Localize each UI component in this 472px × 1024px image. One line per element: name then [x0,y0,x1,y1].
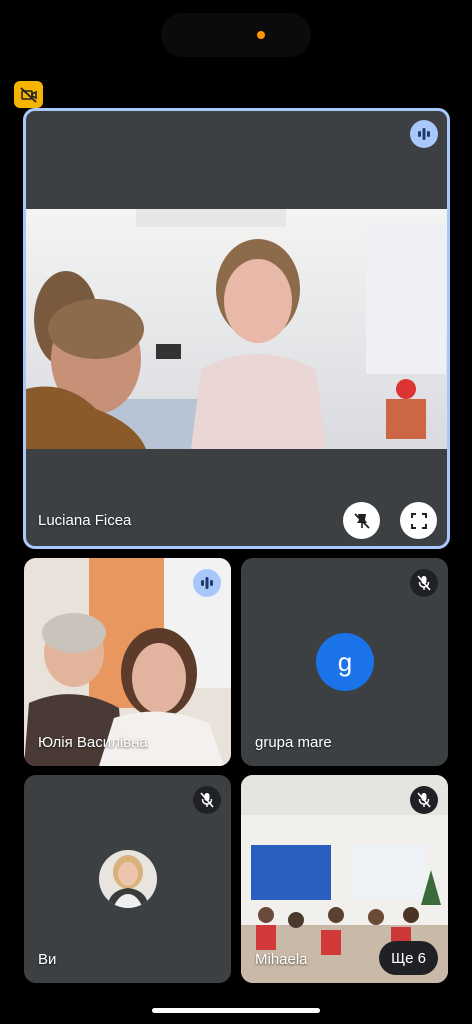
camera-off-icon [19,86,37,103]
unpin-icon [353,512,370,529]
avatar: g [316,633,374,691]
fullscreen-icon [410,512,427,529]
main-participant-name: Luciana Ficea [38,512,132,529]
mic-off-icon [417,575,431,591]
mic-off-indicator [410,786,438,814]
main-participant-tile[interactable]: Luciana Ficea [23,108,450,549]
fullscreen-button[interactable] [400,502,437,539]
mic-off-icon [200,792,214,808]
speaking-indicator [410,120,438,148]
participant-name: Mihaela [255,951,308,968]
participant-tile[interactable]: g grupa mare [241,558,448,766]
participant-name: Юлія Василівна [38,734,148,751]
participant-name: grupa mare [255,734,332,751]
participant-name: Ви [38,951,57,968]
avatar [99,850,157,908]
speaking-indicator [193,569,221,597]
mic-off-icon [417,792,431,808]
speaking-icon [418,128,430,140]
participant-tile[interactable]: Mihaela Ще 6 [241,775,448,983]
more-participants-button[interactable]: Ще 6 [379,941,438,975]
mic-off-indicator [410,569,438,597]
mic-off-indicator [193,786,221,814]
main-video-feed [26,209,447,449]
self-tile[interactable]: Ви [24,775,231,983]
dynamic-island [161,13,311,57]
home-indicator[interactable] [152,1008,320,1013]
unpin-button[interactable] [343,502,380,539]
participant-tile[interactable]: Юлія Василівна [24,558,231,766]
privacy-indicator [257,31,265,39]
camera-off-badge[interactable] [14,81,43,108]
speaking-icon [201,577,213,589]
